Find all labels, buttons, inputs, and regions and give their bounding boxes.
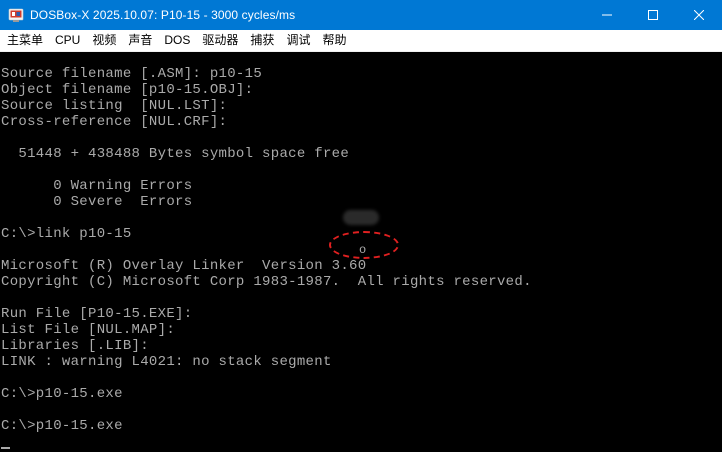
close-icon bbox=[694, 10, 704, 20]
screen-smudge bbox=[343, 210, 379, 225]
title-bar[interactable]: DOSBox-X 2025.10.07: P10-15 - 3000 cycle… bbox=[0, 0, 722, 30]
console-line: List File [NUL.MAP]: bbox=[1, 322, 176, 338]
console-line: Copyright (C) Microsoft Corp 1983-1987. … bbox=[1, 274, 532, 290]
menu-video[interactable]: 视频 bbox=[86, 30, 122, 51]
console-line: Source filename [.ASM]: p10-15 bbox=[1, 66, 263, 82]
minimize-icon bbox=[602, 14, 612, 16]
console-line: LINK : warning L4021: no stack segment bbox=[1, 354, 332, 370]
console-line: 51448 + 438488 Bytes symbol space free bbox=[1, 146, 350, 162]
console-line: Libraries [.LIB]: bbox=[1, 338, 149, 354]
annotated-character: o bbox=[359, 243, 367, 257]
console-line: C:\>link p10-15 bbox=[1, 226, 132, 242]
close-button[interactable] bbox=[676, 0, 722, 30]
text-cursor bbox=[1, 447, 10, 449]
console-line: Run File [P10-15.EXE]: bbox=[1, 306, 193, 322]
menu-capture[interactable]: 捕获 bbox=[244, 30, 280, 51]
menu-dos[interactable]: DOS bbox=[158, 30, 196, 51]
console-line: C:\>p10-15.exe bbox=[1, 386, 123, 402]
menu-sound[interactable]: 声音 bbox=[122, 30, 158, 51]
minimize-button[interactable] bbox=[584, 0, 630, 30]
menu-help[interactable]: 帮助 bbox=[316, 30, 352, 51]
dosbox-window: DOSBox-X 2025.10.07: P10-15 - 3000 cycle… bbox=[0, 0, 722, 452]
console-line: C:\>p10-15.exe bbox=[1, 418, 123, 434]
dosbox-app-icon bbox=[8, 7, 24, 23]
maximize-button[interactable] bbox=[630, 0, 676, 30]
console-line: Microsoft (R) Overlay Linker Version 3.6… bbox=[1, 258, 367, 274]
console-line: Cross-reference [NUL.CRF]: bbox=[1, 114, 228, 130]
menu-cpu[interactable]: CPU bbox=[49, 30, 86, 51]
menu-debug[interactable]: 调试 bbox=[280, 30, 316, 51]
console-line: Object filename [p10-15.OBJ]: bbox=[1, 82, 254, 98]
maximize-icon bbox=[648, 10, 658, 20]
window-controls bbox=[584, 0, 722, 30]
menu-main[interactable]: 主菜单 bbox=[0, 30, 49, 51]
menu-drive[interactable]: 驱动器 bbox=[196, 30, 244, 51]
window-title: DOSBox-X 2025.10.07: P10-15 - 3000 cycle… bbox=[30, 8, 296, 22]
console-line: 0 Warning Errors bbox=[1, 178, 193, 194]
menu-bar: 主菜单 CPU 视频 声音 DOS 驱动器 捕获 调试 帮助 bbox=[0, 30, 722, 52]
console-line: 0 Severe Errors bbox=[1, 194, 193, 210]
console-line: Source listing [NUL.LST]: bbox=[1, 98, 228, 114]
